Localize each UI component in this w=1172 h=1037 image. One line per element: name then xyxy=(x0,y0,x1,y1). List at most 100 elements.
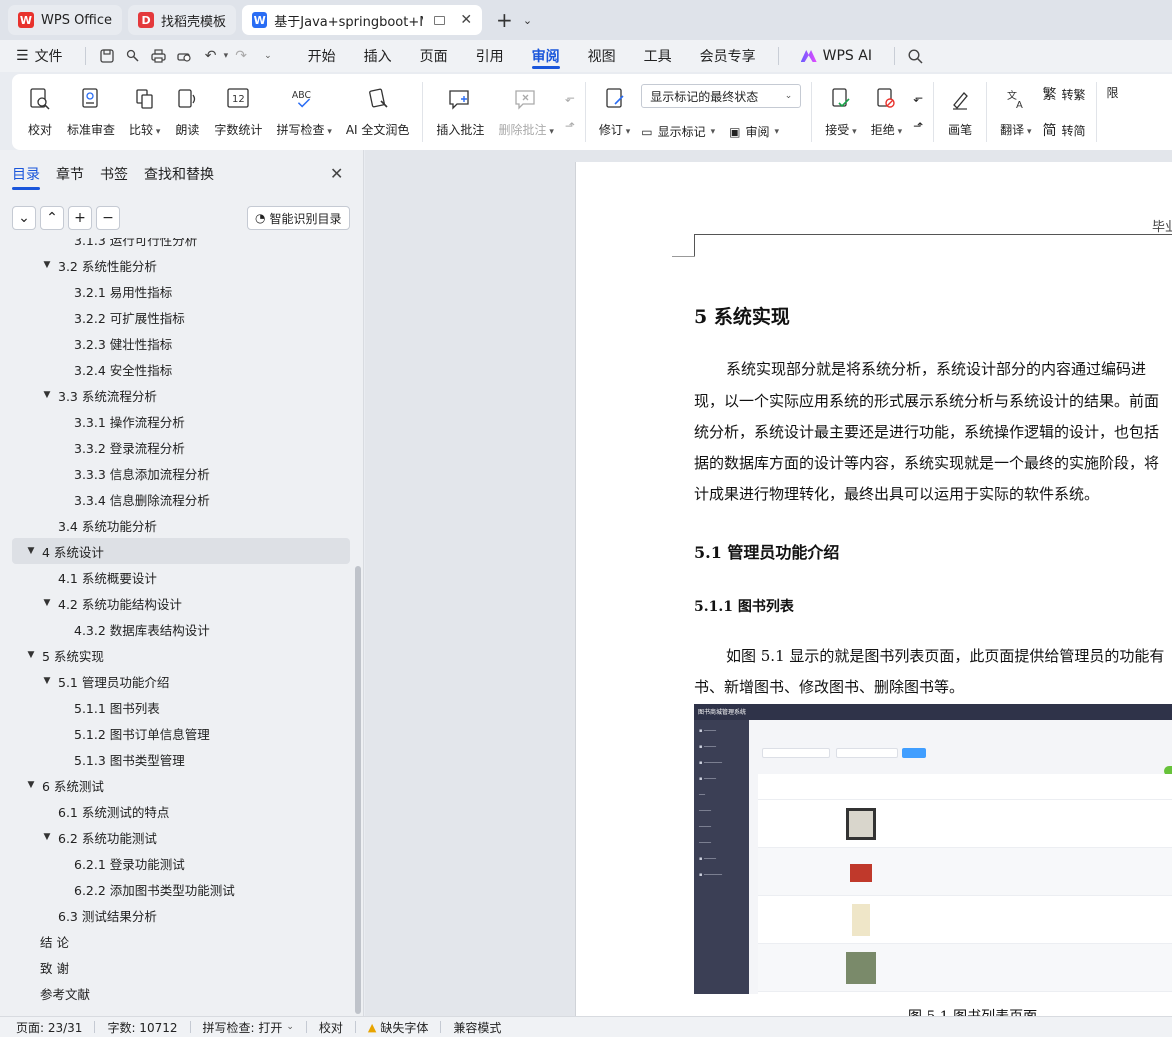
toc-item[interactable]: ▼ 6 系统测试 xyxy=(12,772,350,798)
caret-down-icon[interactable]: ▼ xyxy=(40,832,54,842)
tab-docer-templates[interactable]: D 找稻壳模板 xyxy=(128,5,237,35)
toc-item[interactable]: 4.1 系统概要设计 xyxy=(12,564,350,590)
show-markup-button[interactable]: ▭ 显示标记 ▾ xyxy=(641,123,715,140)
menu-membership[interactable]: 会员专享 xyxy=(686,40,770,72)
menu-insert[interactable]: 插入 xyxy=(350,40,406,72)
to-traditional-button[interactable]: 繁转繁 xyxy=(1043,84,1086,104)
print-preview-icon[interactable] xyxy=(172,40,198,72)
toc-item[interactable]: ▼ 5 系统实现 xyxy=(12,642,350,668)
track-changes-button[interactable]: 修订 ▾ xyxy=(592,80,637,144)
toc-item[interactable]: 3.2.3 健壮性指标 xyxy=(12,330,350,356)
review-pane-button[interactable]: ▣ 审阅 ▾ xyxy=(729,123,779,140)
toc-item[interactable]: 3.3.2 登录流程分析 xyxy=(12,434,350,460)
toc-item[interactable]: 5.1.3 图书类型管理 xyxy=(12,746,350,772)
pen-button[interactable]: 画笔 xyxy=(940,80,980,144)
collapse-icon[interactable]: ⌃ xyxy=(40,206,64,230)
caret-down-icon[interactable]: ▼ xyxy=(24,780,38,790)
toc-item[interactable]: 3.3.4 信息删除流程分析 xyxy=(12,486,350,512)
toc-item[interactable]: 3.4 系统功能分析 xyxy=(12,512,350,538)
ai-polish-button[interactable]: AI 全文润色 xyxy=(339,80,417,144)
new-tab-button[interactable]: + xyxy=(496,8,513,32)
toc-item[interactable]: ▼ 3.3 系统流程分析 xyxy=(12,382,350,408)
toc-item[interactable]: 参考文献 xyxy=(12,980,350,1006)
document-area[interactable]: 毕业 5 系统实现 系统实现部分就是将系统分析，系统设计部分的内容通过编码进 现… xyxy=(365,150,1172,1016)
close-icon[interactable]: ✕ xyxy=(460,12,472,28)
to-simplified-button[interactable]: 简转简 xyxy=(1043,120,1086,140)
reject-button[interactable]: 拒绝 ▾ xyxy=(864,80,909,144)
delete-comment-button[interactable]: 删除批注 ▾ xyxy=(491,80,560,144)
page-indicator[interactable]: 页面: 23/31 xyxy=(16,1019,82,1036)
caret-down-icon[interactable]: ▼ xyxy=(24,546,38,556)
expand-icon[interactable]: ⌄ xyxy=(12,206,36,230)
search-icon[interactable] xyxy=(903,40,929,72)
menu-page[interactable]: 页面 xyxy=(406,40,462,72)
toc-item[interactable]: 4.3.2 数据库表结构设计 xyxy=(12,616,350,642)
word-count-button[interactable]: 12 字数统计 xyxy=(207,80,269,144)
undo-icon[interactable]: ↶ xyxy=(198,40,224,72)
restrict-button[interactable]: 限 xyxy=(1107,84,1119,101)
next-comment-icon[interactable]: ⬏ xyxy=(565,119,575,133)
caret-down-icon[interactable]: ▼ xyxy=(40,390,54,400)
toc-item[interactable]: 5.1.2 图书订单信息管理 xyxy=(12,720,350,746)
proof-status[interactable]: 校对 xyxy=(319,1019,343,1036)
save-icon[interactable] xyxy=(94,40,120,72)
accept-button[interactable]: 接受 ▾ xyxy=(818,80,863,144)
redo-icon[interactable]: ↷ xyxy=(228,40,254,72)
menu-references[interactable]: 引用 xyxy=(462,40,518,72)
toc-item[interactable]: 3.1.3 运行可行性分析 xyxy=(12,238,350,252)
translate-button[interactable]: 文A 翻译 ▾ xyxy=(993,80,1038,144)
toc-item[interactable]: 6.3 测试结果分析 xyxy=(12,902,350,928)
toc-item[interactable]: 结 论 xyxy=(12,928,350,954)
compare-button[interactable]: 比较 ▾ xyxy=(122,80,167,144)
close-icon[interactable]: ✕ xyxy=(330,164,343,183)
tab-toc[interactable]: 目录 xyxy=(12,164,40,190)
remove-icon[interactable]: − xyxy=(96,206,120,230)
markup-state-select[interactable]: 显示标记的最终状态 ⌄ xyxy=(641,84,802,108)
caret-down-icon[interactable]: ▼ xyxy=(40,260,54,270)
chevron-down-icon[interactable]: ⌄ xyxy=(523,14,532,27)
caret-down-icon[interactable]: ▼ xyxy=(40,676,54,686)
toc-item[interactable]: ▼ 6.2 系统功能测试 xyxy=(12,824,350,850)
monitor-icon[interactable] xyxy=(433,15,446,25)
caret-down-icon[interactable]: ▼ xyxy=(40,598,54,608)
previous-change-icon[interactable]: ⬐ xyxy=(913,91,923,105)
smart-toc-button[interactable]: ◔ 智能识别目录 xyxy=(247,206,350,230)
toc-item[interactable]: 3.3.1 操作流程分析 xyxy=(12,408,350,434)
menu-review[interactable]: 审阅 xyxy=(518,40,574,72)
menu-view[interactable]: 视图 xyxy=(574,40,630,72)
proofread-button[interactable]: 校对 xyxy=(20,80,60,144)
toc-item[interactable]: ▼ 4 系统设计 xyxy=(12,538,350,564)
spell-check-status[interactable]: 拼写检查: 打开 ⌄ xyxy=(203,1019,294,1036)
read-aloud-button[interactable]: 朗读 xyxy=(167,80,207,144)
toc-item[interactable]: ▼ 3.2 系统性能分析 xyxy=(12,252,350,278)
menu-home[interactable]: 开始 xyxy=(294,40,350,72)
spell-check-button[interactable]: ABC 拼写检查 ▾ xyxy=(269,80,338,144)
toc-item[interactable]: 致 谢 xyxy=(12,954,350,980)
toc-item[interactable]: 3.2.4 安全性指标 xyxy=(12,356,350,382)
tab-sections[interactable]: 章节 xyxy=(56,164,84,190)
document-page[interactable]: 毕业 5 系统实现 系统实现部分就是将系统分析，系统设计部分的内容通过编码进 现… xyxy=(575,162,1172,1016)
previous-comment-icon[interactable]: ⬐ xyxy=(565,91,575,105)
tab-find-replace[interactable]: 查找和替换 xyxy=(144,164,214,190)
caret-down-icon[interactable]: ▼ xyxy=(24,650,38,660)
toc-item[interactable]: ▼ 4.2 系统功能结构设计 xyxy=(12,590,350,616)
toc-item[interactable]: 6.2.2 添加图书类型功能测试 xyxy=(12,876,350,902)
toc-item[interactable]: 5.1.1 图书列表 xyxy=(12,694,350,720)
toc-item[interactable]: 6.2.1 登录功能测试 xyxy=(12,850,350,876)
toc-item[interactable]: 3.2.1 易用性指标 xyxy=(12,278,350,304)
insert-comment-button[interactable]: 插入批注 xyxy=(429,80,491,144)
tab-document[interactable]: W 基于Java+springboot+MyS ✕ xyxy=(242,5,483,35)
toc-item[interactable]: 6.1 系统测试的特点 xyxy=(12,798,350,824)
wps-ai-button[interactable]: WPS AI xyxy=(787,40,886,72)
missing-font-status[interactable]: ▲ 缺失字体 xyxy=(368,1019,428,1036)
next-change-icon[interactable]: ⬏ xyxy=(913,119,923,133)
scrollbar-thumb[interactable] xyxy=(355,566,361,1014)
chevron-down-icon[interactable]: ⌄ xyxy=(264,51,272,61)
tab-wps-office[interactable]: W WPS Office xyxy=(8,5,123,35)
standard-review-button[interactable]: 标准审查 xyxy=(60,80,122,144)
tab-bookmarks[interactable]: 书签 xyxy=(100,164,128,190)
file-menu[interactable]: ☰ 文件 xyxy=(16,40,77,72)
format-painter-icon[interactable] xyxy=(120,40,146,72)
toc-item[interactable]: 3.3.3 信息添加流程分析 xyxy=(12,460,350,486)
add-icon[interactable]: + xyxy=(68,206,92,230)
